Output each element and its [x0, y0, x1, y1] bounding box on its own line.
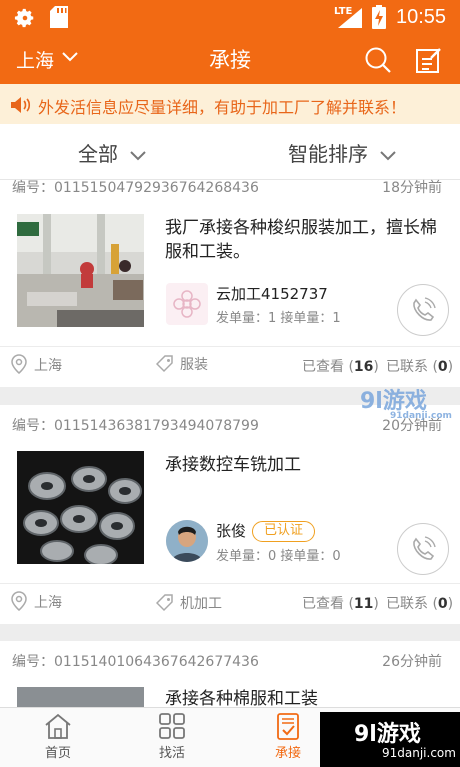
tag-icon: [155, 594, 173, 612]
contacted-value: 0: [437, 359, 448, 375]
speaker-icon: [11, 97, 31, 113]
chevron-down-icon: [380, 150, 396, 160]
listing-category: 机加工: [155, 593, 222, 613]
call-button[interactable]: [397, 284, 449, 336]
top-nav-bar: 上海 承接: [0, 34, 460, 84]
tab-find-work[interactable]: 找活: [142, 712, 202, 761]
chevron-down-icon: [130, 150, 146, 160]
watermark-logo: 9l游戏 91danji.com: [320, 712, 460, 767]
listing-title[interactable]: 我厂承接各种梭织服装加工，擅长棉服和工装。: [165, 216, 450, 264]
gear-icon: [14, 8, 34, 28]
viewed-count: 已查看 (16): [302, 359, 379, 375]
listing-card[interactable]: 编号：01151401064367642677436 26分钟前 承接各种棉服和…: [0, 641, 460, 711]
listing-category: 服装: [155, 354, 208, 374]
category-text: 机加工: [180, 596, 222, 612]
contacted-label: 已联系: [386, 359, 428, 375]
location-text: 上海: [34, 358, 62, 374]
listing-card[interactable]: 编号：01151504792936764268436 18分钟前 我厂承接各种梭…: [0, 180, 460, 387]
listing-time: 18分钟前: [382, 180, 442, 196]
listing-location: 上海: [10, 354, 62, 375]
viewed-label: 已查看: [302, 359, 344, 375]
listing-card[interactable]: 编号：01151436381793494078799 20分钟前 承接数控车铣加…: [0, 405, 460, 624]
phone-icon: [413, 297, 436, 321]
listing-code: 编号：01151504792936764268436: [12, 180, 259, 196]
filter-category-label: 全部: [78, 142, 118, 166]
location-text: 上海: [34, 595, 62, 611]
viewed-value: 11: [353, 596, 374, 612]
flower-icon: [173, 290, 201, 318]
notice-text: 外发活信息应尽量详细，有助于加工厂了解并联系！: [38, 98, 407, 117]
grid-icon: [159, 713, 185, 739]
avatar: [166, 520, 208, 562]
watermark-overlay-sub: 91danji.com: [390, 411, 452, 421]
tab-find-work-label: 找活: [158, 746, 185, 761]
battery-charging-icon: [372, 5, 386, 29]
listing-title[interactable]: 承接数控车铣加工: [165, 453, 450, 477]
tab-undertake[interactable]: 承接: [258, 712, 318, 761]
listing-photo[interactable]: [17, 687, 144, 707]
sd-card-icon: [50, 6, 68, 28]
watermark-overlay: 9l游戏 91danji.com: [360, 383, 452, 421]
filter-category[interactable]: 全部: [78, 138, 146, 167]
tag-icon: [155, 355, 173, 373]
contacted-value: 0: [437, 596, 448, 612]
viewed-count: 已查看 (11): [302, 596, 379, 612]
order-stats: 发单量：1 接单量：1: [216, 311, 341, 326]
contacted-count: 已联系 (0): [386, 359, 454, 375]
listing-code: 编号：01151436381793494078799: [12, 418, 259, 434]
location-pin-icon: [11, 354, 27, 374]
phone-icon: [413, 536, 436, 560]
notice-banner: 外发活信息应尽量详细，有助于加工厂了解并联系！: [0, 84, 460, 124]
filter-bar: 全部 智能排序: [0, 124, 460, 180]
avatar: [166, 283, 208, 325]
user-name: 张俊: [216, 522, 247, 540]
clock: 10:55: [396, 6, 447, 28]
listing-photo[interactable]: [17, 451, 144, 564]
compose-icon[interactable]: [415, 46, 443, 74]
tab-home-label: 首页: [44, 746, 71, 761]
person-photo-icon: [166, 520, 208, 562]
verified-badge: 已认证: [252, 521, 315, 542]
listing-time: 26分钟前: [382, 654, 442, 670]
user-name: 云加工4152737: [216, 285, 328, 303]
tab-home[interactable]: 首页: [28, 712, 88, 761]
divider: [0, 583, 460, 584]
signal-icon: [338, 8, 362, 28]
listing-location: 上海: [10, 591, 62, 612]
call-button[interactable]: [397, 523, 449, 575]
location-pin-icon: [11, 591, 27, 611]
divider: [0, 346, 460, 347]
home-icon: [45, 713, 71, 739]
filter-sort-label: 智能排序: [288, 142, 368, 166]
watermark-sub-text: 91danji.com: [382, 746, 456, 760]
listing-code: 编号：01151401064367642677436: [12, 654, 259, 670]
filter-sort[interactable]: 智能排序: [288, 138, 396, 167]
tab-undertake-label: 承接: [274, 746, 301, 761]
search-icon[interactable]: [364, 46, 392, 74]
listing-photo[interactable]: [17, 214, 144, 327]
viewed-label: 已查看: [302, 596, 344, 612]
category-text: 服装: [180, 357, 208, 373]
watermark-main-text: 9l游戏: [354, 722, 421, 747]
clipboard-check-icon: [277, 713, 299, 740]
contacted-label: 已联系: [386, 596, 428, 612]
viewed-value: 16: [353, 359, 374, 375]
contacted-count: 已联系 (0): [386, 596, 454, 612]
status-bar: LTE 10:55: [0, 0, 460, 34]
order-stats: 发单量：0 接单量：0: [216, 549, 341, 564]
